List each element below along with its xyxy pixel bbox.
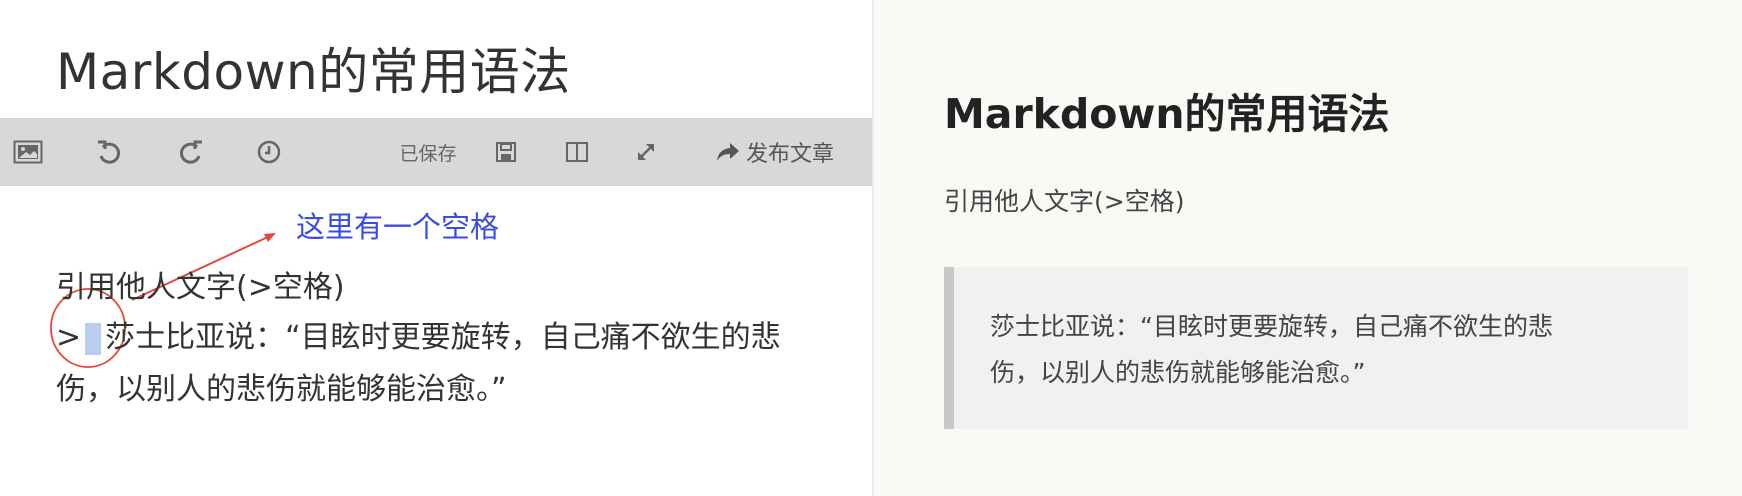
editor-line-2-text: 莎士比亚说：“目眩时更要旋转，自己痛不欲生的悲 [105,320,781,355]
preview-paragraph: 引用他人文字(>空格) [944,187,1185,216]
space-highlight [85,322,102,355]
saved-status: 已保存 [399,142,457,165]
publish-label: 发布文章 [745,142,834,167]
quote-marker: > [56,320,82,355]
markdown-editor-pane[interactable]: Markdown的常用语法 已保存 发布文章 这里有一个空格 引用他人文字(>空… [0,0,872,496]
split-view-icon[interactable] [564,118,590,186]
share-arrow-icon [716,143,739,161]
blockquote-line-2: 伤，以别人的悲伤就能够能治愈。” [990,358,1366,387]
undo-icon[interactable] [92,118,126,186]
editor-line-2[interactable]: > 莎士比亚说：“目眩时更要旋转，自己痛不欲生的悲 [56,312,781,356]
expand-icon[interactable] [632,118,660,186]
save-icon[interactable] [494,118,518,186]
preview-blockquote: 莎士比亚说：“目眩时更要旋转，自己痛不欲生的悲 伤，以别人的悲伤就能够能治愈。” [944,267,1688,429]
annotation-arrowhead [264,233,276,242]
editor-line-3[interactable]: 伤，以别人的悲伤就能够能治愈。” [56,364,507,408]
editor-title-input[interactable]: Markdown的常用语法 [56,32,571,104]
preview-title: Markdown的常用语法 [944,90,1390,138]
publish-button[interactable]: 发布文章 [712,118,838,186]
redo-icon[interactable] [174,118,208,186]
clock-icon[interactable] [254,118,284,186]
space-annotation-label: 这里有一个空格 [296,210,500,244]
preview-pane: Markdown的常用语法 引用他人文字(>空格) 莎士比亚说：“目眩时更要旋转… [874,0,1742,496]
editor-line-1[interactable]: 引用他人文字(>空格) [56,262,345,306]
blockquote-line-1: 莎士比亚说：“目眩时更要旋转，自己痛不欲生的悲 [990,312,1553,341]
editor-toolbar: 已保存 发布文章 [0,118,872,186]
image-icon[interactable] [10,118,46,186]
